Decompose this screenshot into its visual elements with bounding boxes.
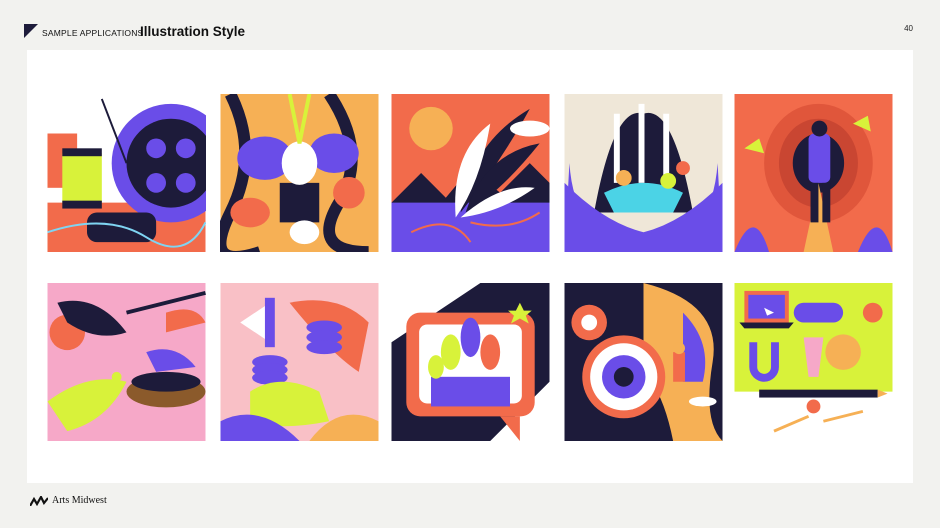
page-number: 40 [904,24,913,33]
illustration-musicians [220,94,379,252]
arts-midwest-mark-icon [30,495,48,506]
illustration-traveler-tunnel [734,94,893,252]
illustration-hands-forest [564,94,723,252]
illustration-sewing-reel [47,94,206,252]
illustration-birds-nest [47,283,206,441]
illustration-eye-cosmos [564,283,723,441]
corner-triangle-icon [24,24,38,38]
logo-text: Arts Midwest [52,495,107,506]
illustration-speech-bubble-flowers [391,283,550,441]
illustration-coins-megaphone [220,283,379,441]
illustration-laptop-magnet-pencil [734,283,893,441]
illustration-panel [27,50,913,483]
section-label: SAMPLE APPLICATIONS [42,28,144,38]
illustration-feathers [391,94,550,252]
page-title: Illustration Style [140,24,246,39]
arts-midwest-logo: Arts Midwest [30,495,107,506]
